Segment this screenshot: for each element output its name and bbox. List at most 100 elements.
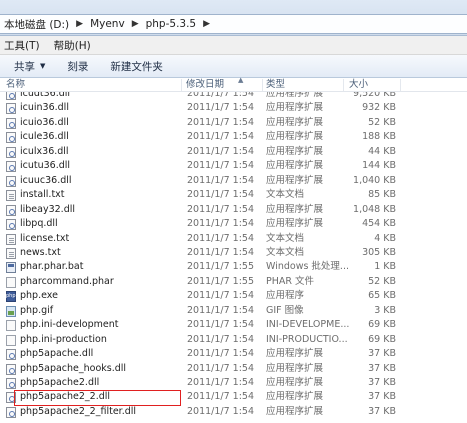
file-row[interactable]: icutu36.dll 2011/1/7 1:54 应用程序扩展 144 KB: [0, 159, 467, 174]
file-type: 文本文档: [266, 232, 305, 244]
file-row[interactable]: icuin36.dll 2011/1/7 1:54 应用程序扩展 932 KB: [0, 101, 467, 116]
file-size: 37 KB: [368, 348, 396, 360]
column-divider[interactable]: [400, 79, 401, 91]
file-row[interactable]: phar.phar.bat 2011/1/7 1:55 Windows 批处理...…: [0, 260, 467, 275]
file-modified-date: 2011/1/7 1:54: [187, 203, 255, 215]
file-name: icudt36.dll: [20, 92, 71, 99]
file-modified-date: 2011/1/7 1:54: [187, 160, 255, 172]
file-type: 应用程序扩展: [266, 377, 324, 388]
breadcrumb-item-drive[interactable]: 本地磁盘 (D:) ▶: [4, 17, 90, 32]
chevron-right-icon[interactable]: ▶: [203, 19, 210, 29]
column-divider[interactable]: [181, 79, 182, 91]
file-modified-date: 2011/1/7 1:55: [187, 261, 255, 273]
batch-file-icon: [6, 262, 16, 274]
file-type: 应用程序扩展: [266, 362, 324, 374]
file-row[interactable]: php.ini-development 2011/1/7 1:54 INI-DEVE…: [0, 318, 467, 333]
dll-icon: [6, 349, 16, 361]
file-type: 应用程序扩展: [266, 405, 324, 417]
file-type: 文本文档: [266, 189, 305, 201]
file-modified-date: 2011/1/7 1:54: [187, 116, 255, 128]
text-file-icon: [6, 190, 16, 202]
file-name: pharcommand.phar: [20, 275, 114, 287]
file-row[interactable]: icule36.dll 2011/1/7 1:54 应用程序扩展 188 KB: [0, 130, 467, 145]
text-file-icon: [6, 233, 16, 245]
menu-help[interactable]: 帮助(H): [54, 38, 91, 53]
file-modified-date: 2011/1/7 1:55: [187, 275, 255, 287]
file-modified-date: 2011/1/7 1:54: [187, 319, 255, 331]
file-row[interactable]: php.ini-production 2011/1/7 1:54 INI-PRODU…: [0, 333, 467, 348]
file-modified-date: 2011/1/7 1:54: [187, 405, 255, 417]
file-type: 应用程序扩展: [266, 218, 324, 230]
menu-tools[interactable]: 工具(T): [4, 38, 40, 53]
file-name: php5apache2.dll: [20, 377, 100, 388]
address-bar: 本地磁盘 (D:) ▶ Myenv ▶ php-5.3.5 ▶: [0, 0, 467, 36]
file-size: 69 KB: [368, 333, 396, 345]
file-row[interactable]: php.gif 2011/1/7 1:54 GIF 图像 3 KB: [0, 304, 467, 319]
column-header-modified[interactable]: 修改日期: [186, 78, 224, 92]
chevron-right-icon[interactable]: ▶: [76, 19, 83, 29]
file-row[interactable]: php5apache2_2_filter.dll 2011/1/7 1:54 应用程…: [0, 405, 467, 420]
file-type: 应用程序扩展: [266, 116, 324, 128]
column-divider[interactable]: [262, 79, 263, 91]
file-row[interactable]: iculx36.dll 2011/1/7 1:54 应用程序扩展 44 KB: [0, 145, 467, 160]
file-name: icuin36.dll: [20, 102, 69, 114]
file-row[interactable]: php5apache2.dll 2011/1/7 1:54 应用程序扩展 37 KB: [0, 376, 467, 391]
file-type: 应用程序扩展: [266, 391, 324, 403]
column-divider[interactable]: [343, 79, 344, 91]
file-size: 37 KB: [368, 377, 396, 388]
dropdown-arrow-icon: ▼: [40, 62, 46, 70]
file-row[interactable]: libeay32.dll 2011/1/7 1:54 应用程序扩展 1,048 KB: [0, 203, 467, 218]
file-icon: [6, 276, 16, 288]
dll-icon: [6, 117, 16, 129]
file-type: INI-PRODUCTIO...: [266, 333, 348, 345]
file-size: 69 KB: [368, 319, 396, 331]
dll-icon: [6, 219, 16, 231]
file-row[interactable]: icuio36.dll 2011/1/7 1:54 应用程序扩展 52 KB: [0, 116, 467, 131]
dll-icon: [6, 92, 16, 100]
file-name: php5apache2_2.dll: [20, 391, 111, 403]
file-name: php.gif: [20, 304, 54, 316]
file-row[interactable]: news.txt 2011/1/7 1:54 文本文档 305 KB: [0, 246, 467, 261]
dll-icon: [6, 406, 16, 418]
file-name: php5apache2_2_filter.dll: [20, 405, 137, 417]
file-row[interactable]: libpq.dll 2011/1/7 1:54 应用程序扩展 454 KB: [0, 217, 467, 232]
share-button[interactable]: 共享 ▼: [14, 59, 45, 74]
file-name: icuuc36.dll: [20, 174, 72, 186]
file-type: 应用程序扩展: [266, 203, 324, 215]
breadcrumb-item-php[interactable]: php-5.3.5 ▶: [146, 18, 217, 30]
breadcrumb[interactable]: 本地磁盘 (D:) ▶ Myenv ▶ php-5.3.5 ▶: [0, 14, 467, 34]
file-name: php.exe: [20, 290, 58, 302]
column-header-name[interactable]: 名称: [6, 78, 25, 92]
file-row[interactable]: php.exe 2011/1/7 1:54 应用程序 65 KB: [0, 289, 467, 304]
file-row[interactable]: php5apache2_2.dll 2011/1/7 1:54 应用程序扩展 37 K…: [0, 390, 467, 405]
file-modified-date: 2011/1/7 1:54: [187, 145, 255, 157]
file-row[interactable]: php5apache.dll 2011/1/7 1:54 应用程序扩展 37 KB: [0, 347, 467, 362]
file-row[interactable]: php5apache_hooks.dll 2011/1/7 1:54 应用程序扩展 3…: [0, 362, 467, 377]
file-size: 1 KB: [374, 261, 396, 273]
file-icon: [6, 320, 16, 332]
file-row[interactable]: icudt36.dll 2011/1/7 1:54 应用程序扩展 9,520 KB: [0, 92, 467, 102]
file-list: icudt36.dll 2011/1/7 1:54 应用程序扩展 9,520 KB ic…: [0, 92, 467, 423]
file-name: php5apache_hooks.dll: [20, 362, 127, 374]
file-modified-date: 2011/1/7 1:54: [187, 391, 255, 403]
file-row[interactable]: license.txt 2011/1/7 1:54 文本文档 4 KB: [0, 232, 467, 247]
file-name: news.txt: [20, 246, 61, 258]
file-row[interactable]: icuuc36.dll 2011/1/7 1:54 应用程序扩展 1,040 KB: [0, 174, 467, 189]
file-row[interactable]: pharcommand.phar 2011/1/7 1:55 PHAR 文件 52 K…: [0, 275, 467, 290]
file-name: libpq.dll: [20, 218, 58, 230]
file-row[interactable]: install.txt 2011/1/7 1:54 文本文档 85 KB: [0, 188, 467, 203]
burn-button[interactable]: 刻录: [67, 59, 88, 74]
column-header-type[interactable]: 类型: [266, 78, 285, 92]
file-size: 52 KB: [368, 275, 396, 287]
column-header-row: ▲ 名称 修改日期 类型 大小: [0, 76, 467, 92]
file-size: 454 KB: [362, 218, 396, 230]
dll-icon: [6, 161, 16, 173]
file-size: 37 KB: [368, 405, 396, 417]
dll-icon: [6, 378, 16, 389]
file-modified-date: 2011/1/7 1:54: [187, 304, 255, 316]
chevron-right-icon[interactable]: ▶: [132, 19, 139, 29]
breadcrumb-item-myenv[interactable]: Myenv ▶: [90, 18, 146, 30]
new-folder-button[interactable]: 新建文件夹: [110, 59, 163, 74]
column-header-size[interactable]: 大小: [349, 78, 368, 92]
dll-icon: [6, 132, 16, 144]
